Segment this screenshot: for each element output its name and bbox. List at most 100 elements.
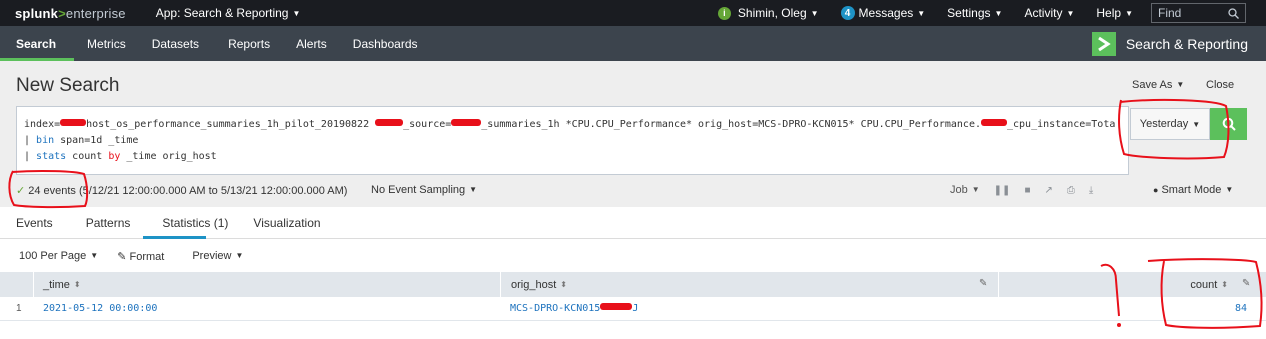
settings-menu[interactable]: Settings ▼ xyxy=(947,6,1002,20)
column-label: count xyxy=(1190,278,1218,291)
query-text: _source= xyxy=(403,119,452,130)
event-count-status: ✓ 24 events (5/12/21 12:00:00.000 AM to 5… xyxy=(16,184,347,197)
page-title: New Search xyxy=(16,75,120,96)
caret-down-icon: ▼ xyxy=(90,251,99,260)
pause-icon[interactable]: ❚❚ xyxy=(994,185,1011,196)
sort-icon: ⬍ xyxy=(1221,280,1228,289)
preview-menu[interactable]: Preview ▼ xyxy=(192,250,243,262)
sampling-label: No Event Sampling xyxy=(371,184,466,196)
app-nav-bar: Search Metrics Datasets Reports Alerts D… xyxy=(0,26,1266,61)
nav-item-metrics[interactable]: Metrics xyxy=(74,26,139,61)
results-tabs: Events Patterns Statistics (1) Visualiza… xyxy=(0,207,1266,239)
caret-down-icon: ▼ xyxy=(917,8,926,18)
nav-item-reports[interactable]: Reports xyxy=(212,26,283,61)
caret-down-icon: ▼ xyxy=(810,8,819,18)
column-header-count[interactable]: count ⬍ ✎ xyxy=(999,272,1266,297)
job-label: Job xyxy=(950,184,968,196)
close-button[interactable]: Close xyxy=(1206,79,1234,91)
nav-label: Search xyxy=(16,36,57,51)
app-brand[interactable]: Search & Reporting xyxy=(1091,26,1248,61)
search-submit-button[interactable] xyxy=(1210,108,1247,140)
user-menu[interactable]: i Shimin, Oleg ▼ xyxy=(717,6,819,20)
user-name: Shimin, Oleg xyxy=(737,6,807,20)
tab-visualization[interactable]: Visualization xyxy=(241,207,333,238)
per-page-label: 100 Per Page xyxy=(19,250,87,262)
help-label: Help xyxy=(1096,6,1122,20)
find-placeholder: Find xyxy=(1158,6,1182,20)
nav-item-alerts[interactable]: Alerts xyxy=(283,26,340,61)
per-page-menu[interactable]: 100 Per Page ▼ xyxy=(19,250,98,262)
preview-label: Preview xyxy=(192,250,232,262)
search-icon xyxy=(1222,117,1236,131)
query-text: count xyxy=(66,151,109,162)
query-text: _cpu_instance=Tota xyxy=(1006,119,1116,130)
time-range-picker[interactable]: Yesterday ▼ xyxy=(1130,108,1210,140)
tab-events[interactable]: Events xyxy=(0,207,66,238)
query-pipe: | xyxy=(24,135,37,146)
logo-subtext: enterprise xyxy=(65,5,126,21)
caret-down-icon: ▼ xyxy=(469,185,478,194)
caret-down-icon: ▼ xyxy=(292,9,301,18)
redaction-mark xyxy=(451,119,482,126)
query-text: _time orig_host xyxy=(120,151,217,162)
search-icon xyxy=(1228,7,1239,19)
job-status-bar: ✓ 24 events (5/12/21 12:00:00.000 AM to 5… xyxy=(0,175,1266,207)
save-as-label: Save As xyxy=(1132,79,1173,91)
nav-item-datasets[interactable]: Datasets xyxy=(139,26,212,61)
logo-chevron: > xyxy=(58,5,66,21)
search-query-input[interactable]: index= host_os_performance_summaries_1h_p… xyxy=(16,106,1129,175)
global-header: splunk>enterprise App: Search & Reportin… xyxy=(0,0,1266,26)
column-header-time[interactable]: _time ⬍ xyxy=(34,272,501,297)
job-menu[interactable]: Job ▼ xyxy=(950,184,980,196)
nav-label: Reports xyxy=(228,36,271,51)
query-text: _summaries_1h *CPU.CPU_Performance* orig… xyxy=(481,119,981,130)
query-text: host_os_performance_summaries_1h_pilot_2… xyxy=(86,119,376,130)
nav-item-search[interactable]: Search xyxy=(0,26,75,61)
save-as-button[interactable]: Save As ▼ xyxy=(1132,79,1184,91)
splunk-logo[interactable]: splunk>enterprise xyxy=(15,6,126,21)
table-row: 1 2021-05-12 00:00:00 MCS-DPRO-KCN015 J 8… xyxy=(0,297,1266,321)
app-menu-label: App: Search & Reporting xyxy=(155,6,289,20)
help-menu[interactable]: Help ▼ xyxy=(1096,6,1133,20)
activity-menu[interactable]: Activity ▼ xyxy=(1024,6,1074,20)
row-number: 1 xyxy=(16,303,22,314)
query-text: span=1d _time xyxy=(54,135,139,146)
table-controls: 100 Per Page ▼ ✎ Format Preview ▼ xyxy=(0,240,1266,272)
host-text: MCS-DPRO-KCN015 xyxy=(510,303,601,314)
pencil-icon[interactable]: ✎ xyxy=(1242,278,1250,289)
share-icon[interactable]: ↗ xyxy=(1044,185,1052,196)
stop-icon[interactable]: ■ xyxy=(1024,185,1030,196)
event-count-text: 24 events (5/12/21 12:00:00.000 AM to 5/… xyxy=(28,185,348,197)
page-header: New Search Save As ▼ Close xyxy=(0,61,1266,103)
nav-label: Metrics xyxy=(87,36,126,51)
search-bar-area: index= host_os_performance_summaries_1h_p… xyxy=(0,103,1266,175)
settings-label: Settings xyxy=(947,6,991,20)
query-keyword: by xyxy=(108,151,121,162)
sort-icon: ⬍ xyxy=(560,280,567,289)
export-icon[interactable]: ⤓ xyxy=(1089,185,1093,196)
find-input[interactable]: Find xyxy=(1151,3,1246,23)
caret-down-icon: ▼ xyxy=(235,251,244,260)
tab-statistics[interactable]: Statistics (1) xyxy=(143,207,241,238)
nav-label: Dashboards xyxy=(352,36,418,51)
redaction-mark xyxy=(375,119,404,126)
messages-menu[interactable]: 4 Messages ▼ xyxy=(840,6,926,20)
column-header-orig-host[interactable]: orig_host ⬍ ✎ xyxy=(501,272,999,297)
cell-count[interactable]: 84 xyxy=(1235,303,1247,314)
redaction-mark xyxy=(980,119,1007,126)
nav-item-dashboards[interactable]: Dashboards xyxy=(340,26,431,61)
logo-text: splunk xyxy=(15,5,59,21)
print-icon[interactable]: ⎙ xyxy=(1067,185,1075,196)
search-mode-menu[interactable]: ● Smart Mode ▼ xyxy=(1153,184,1233,196)
app-menu[interactable]: App: Search & Reporting ▼ xyxy=(156,6,301,20)
cell-time[interactable]: 2021-05-12 00:00:00 xyxy=(43,303,157,314)
pencil-icon[interactable]: ✎ xyxy=(979,278,987,289)
caret-down-icon: ▼ xyxy=(1176,80,1185,89)
cell-orig-host[interactable]: MCS-DPRO-KCN015 J xyxy=(510,303,638,314)
tab-patterns[interactable]: Patterns xyxy=(66,207,144,238)
caret-down-icon: ▼ xyxy=(1066,8,1075,18)
format-menu[interactable]: ✎ Format xyxy=(117,250,164,263)
activity-label: Activity xyxy=(1024,6,1063,20)
query-command: stats xyxy=(36,151,67,162)
event-sampling-menu[interactable]: No Event Sampling ▼ xyxy=(371,184,477,196)
